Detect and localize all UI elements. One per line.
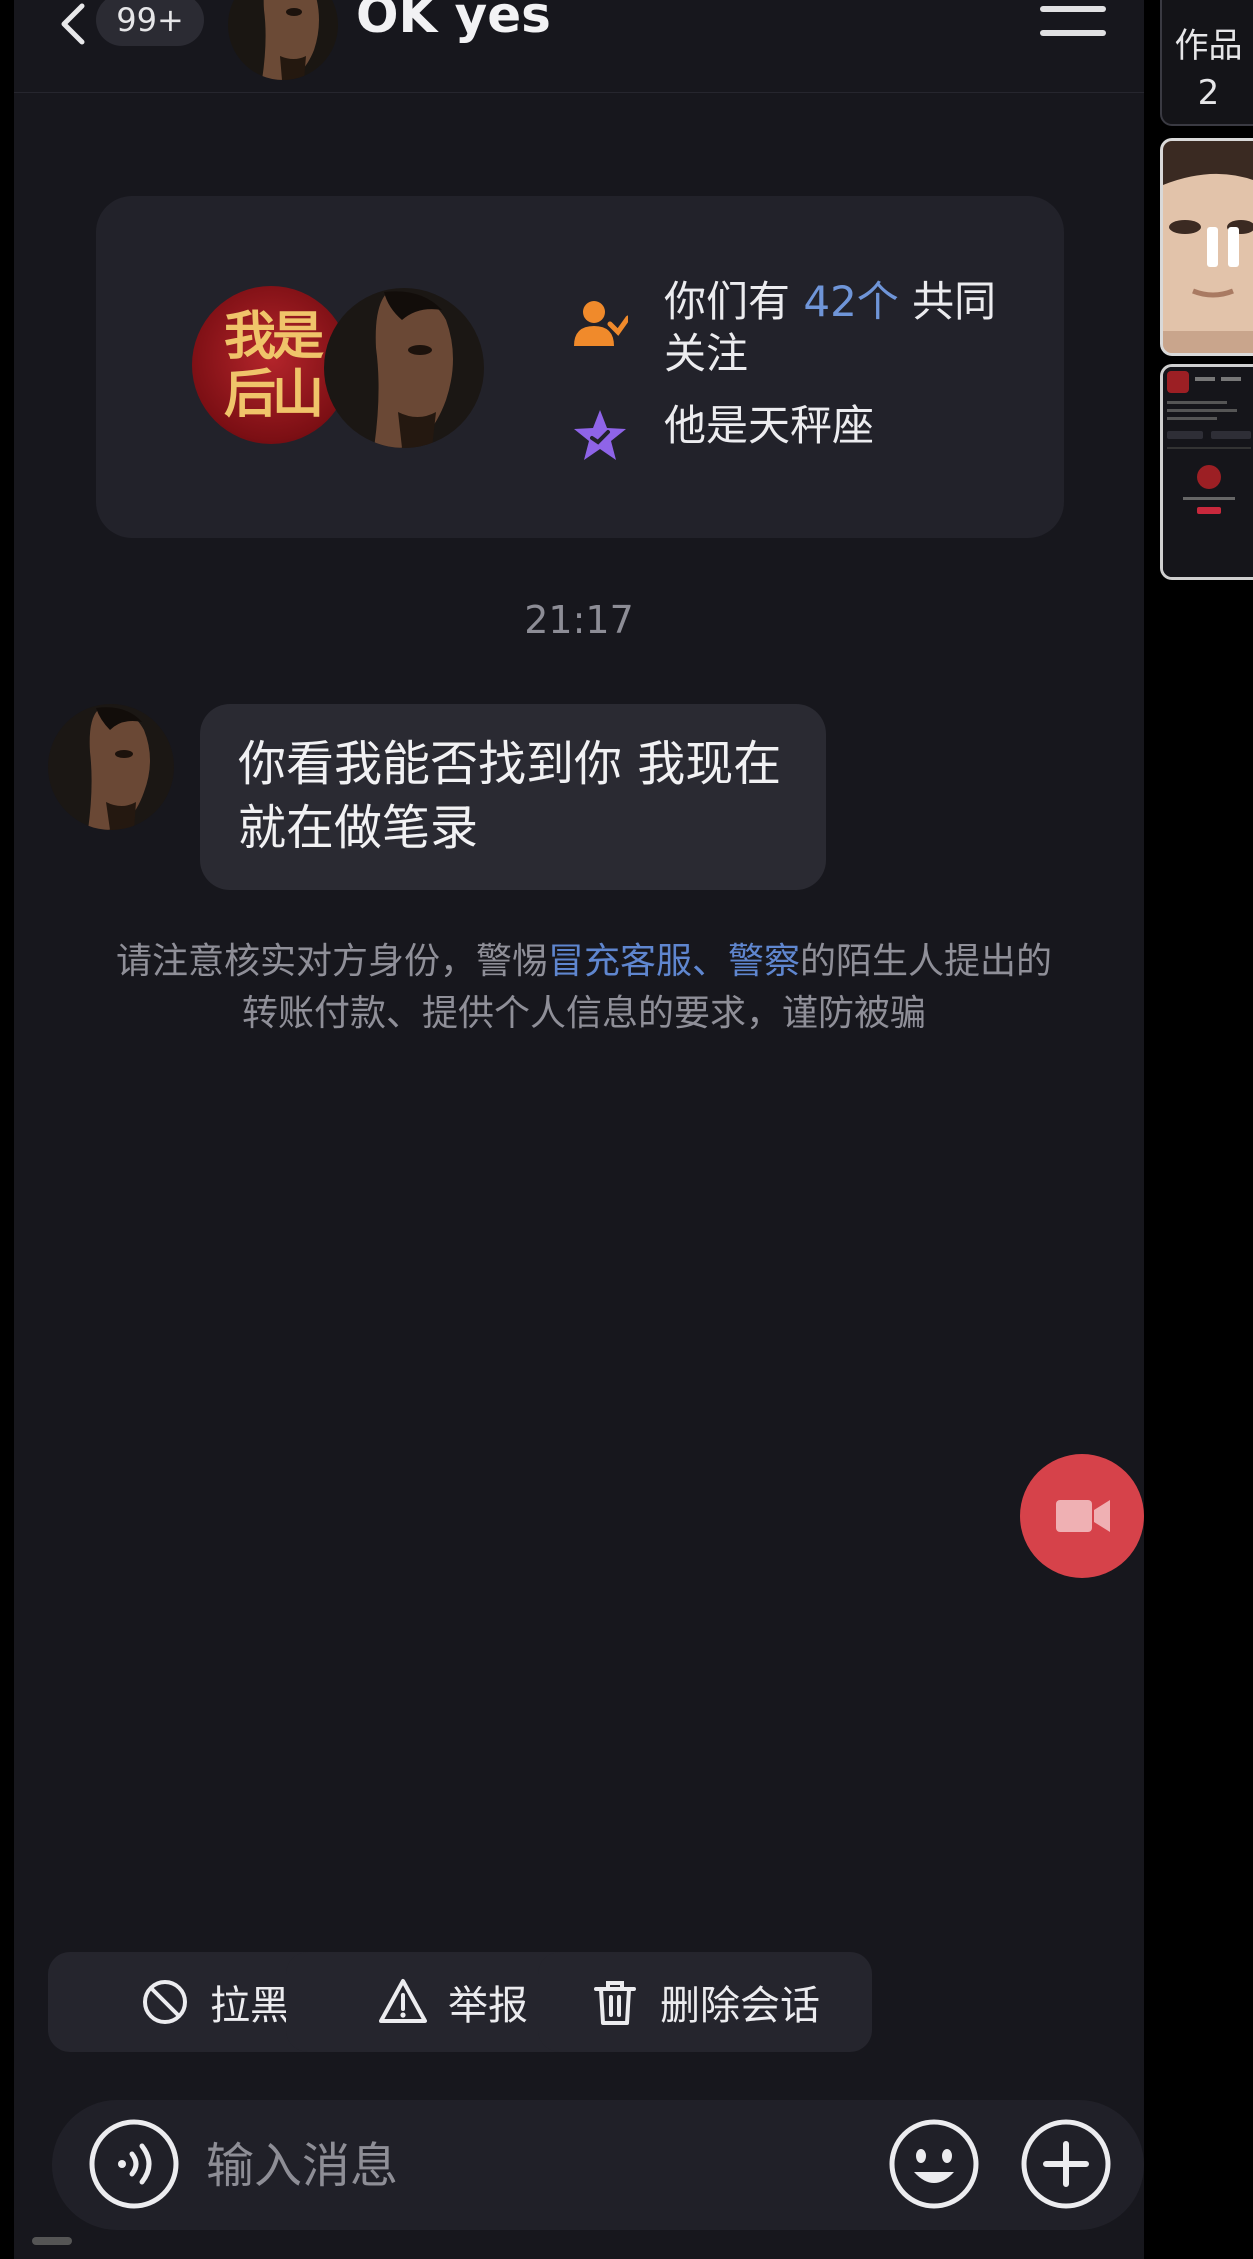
- warning-link-police[interactable]: 警察: [728, 941, 800, 982]
- emoji-icon: [889, 2119, 979, 2209]
- delete-chat-label: 删除会话: [660, 1983, 820, 2029]
- star-icon: [574, 410, 626, 460]
- profile-screenshot-thumbnail[interactable]: [1160, 364, 1253, 580]
- pause-icon[interactable]: [1205, 225, 1241, 269]
- menu-icon: [1040, 6, 1106, 36]
- menu-button[interactable]: [1040, 6, 1106, 46]
- voice-icon: [89, 2119, 179, 2209]
- block-label: 拉黑: [210, 1983, 290, 2029]
- works-tab[interactable]: 作品 2: [1160, 0, 1253, 126]
- works-label: 作品: [1174, 26, 1243, 66]
- report-label: 举报: [448, 1983, 528, 2029]
- mutual-count[interactable]: 42个: [803, 277, 898, 326]
- mutual-follow-text: 你们有 42个 共同关注: [664, 276, 1024, 380]
- back-button[interactable]: [52, 2, 96, 46]
- video-call-button[interactable]: [1020, 1454, 1144, 1578]
- warning-icon: [379, 1979, 427, 2023]
- message-bubble[interactable]: 你看我能否找到你 我现在就在做笔录: [200, 704, 826, 890]
- chat-screen: 99+ OK yes 我是后山 你们有 42个 共同关注 他是天秤座 21:17…: [14, 0, 1144, 2259]
- more-options-button[interactable]: [1020, 2118, 1112, 2210]
- trash-icon: [594, 1981, 636, 2025]
- video-thumbnail[interactable]: [1160, 138, 1253, 356]
- voice-input-button[interactable]: [88, 2118, 180, 2210]
- safety-warning: 请注意核实对方身份，警惕冒充客服、警察的陌生人提出的转账付款、提供个人信息的要求…: [114, 936, 1054, 1040]
- plus-icon: [1021, 2119, 1111, 2209]
- contact-avatar[interactable]: [228, 0, 338, 80]
- mutual-info-card: 我是后山 你们有 42个 共同关注 他是天秤座: [96, 196, 1064, 538]
- back-icon: [61, 3, 85, 45]
- video-call-icon: [1056, 1500, 1110, 1532]
- mutual-prefix: 你们有: [664, 277, 804, 326]
- zodiac-text: 他是天秤座: [664, 401, 875, 450]
- warning-separator: 、: [691, 941, 728, 982]
- input-bar: [52, 2100, 1144, 2230]
- message-timestamp: 21:17: [524, 598, 634, 642]
- scroll-indicator: [32, 2237, 72, 2245]
- warning-link-customer-service[interactable]: 冒充客服: [548, 941, 692, 982]
- sender-avatar[interactable]: [48, 704, 174, 830]
- contact-avatar-large[interactable]: [324, 288, 484, 448]
- works-count: 2: [1197, 73, 1220, 113]
- delete-chat-button[interactable]: 删除会话: [538, 1952, 872, 2052]
- unread-badge[interactable]: 99+: [96, 0, 204, 46]
- contact-name[interactable]: OK yes: [356, 0, 551, 44]
- chat-header: 99+ OK yes: [14, 0, 1144, 93]
- seal-logo-text: 我是后山: [223, 306, 324, 425]
- block-icon: [143, 1980, 187, 2024]
- people-icon: [574, 301, 628, 346]
- emoji-button[interactable]: [888, 2118, 980, 2210]
- message-input[interactable]: [204, 2122, 768, 2210]
- profile-preview-image: [1163, 367, 1253, 577]
- warning-text-1: 请注意核实对方身份，警惕: [115, 941, 548, 982]
